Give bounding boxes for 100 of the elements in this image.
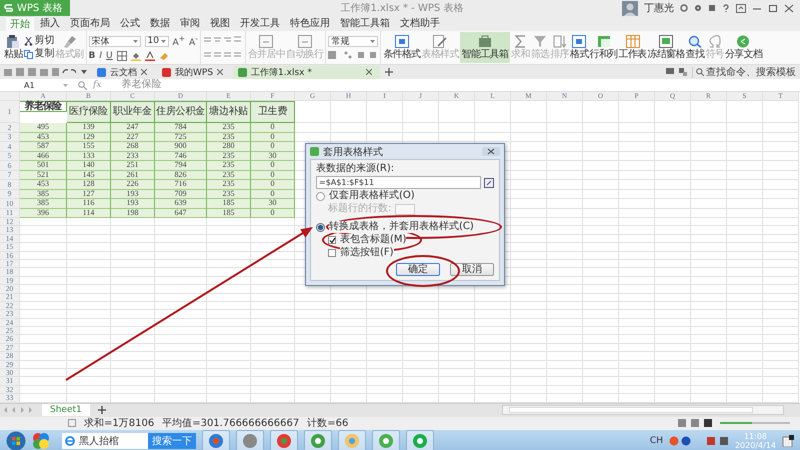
quick-access-toolbar-icon[interactable]	[4, 67, 76, 77]
font-family-select[interactable]: 宋体	[88, 36, 141, 46]
document-tab[interactable]: 工作簿1.xlsx *	[233, 66, 380, 78]
tray-icons[interactable]	[668, 436, 729, 446]
formula-field[interactable]: 养老保险	[121, 79, 162, 91]
table-header-cell[interactable]: 职业年金	[111, 101, 155, 123]
sheet-tab[interactable]: Sheet1	[42, 404, 90, 416]
menu-tab[interactable]: 插入	[36, 16, 64, 31]
refresh-icon[interactable]	[680, 4, 688, 12]
function-label[interactable]: fx	[93, 80, 102, 90]
header-rows-spinner[interactable]	[395, 204, 416, 214]
app-icon[interactable]	[32, 432, 50, 450]
ribbon-collapse-icon[interactable]	[736, 4, 746, 12]
shrink-font-button[interactable]: A$^{-}$	[188, 34, 198, 48]
table-header-cell[interactable]: 卫生费	[251, 101, 295, 123]
number-format-icon[interactable]	[328, 50, 378, 60]
ribbon-button[interactable]: 查找	[686, 32, 704, 63]
copy-button[interactable]: 复制	[24, 49, 55, 59]
number-format-select[interactable]: 常规	[328, 36, 378, 46]
ok-button[interactable]: 确定	[396, 263, 440, 276]
ribbon-button[interactable]: 工作表	[618, 32, 646, 63]
text-style-button[interactable]: U	[106, 51, 113, 61]
ribbon-button[interactable]: 行和列	[590, 32, 618, 63]
zoom-icon[interactable]	[78, 80, 87, 90]
font-size-select[interactable]: 10	[144, 36, 169, 46]
status-icon	[68, 419, 76, 428]
ribbon-button[interactable]: 冻结窗格	[647, 32, 685, 63]
font-color-icon[interactable]	[144, 51, 155, 61]
settings-icon[interactable]	[694, 4, 702, 12]
table-header-cell[interactable]: 住房公积金	[155, 101, 207, 123]
taskbar-app-button[interactable]	[202, 430, 230, 450]
caret-icon[interactable]	[81, 70, 87, 74]
browser-search-field[interactable]: 黑人抬棺	[62, 432, 148, 449]
start-button[interactable]	[6, 430, 26, 450]
radio-button[interactable]	[316, 192, 325, 200]
paste-button[interactable]: 粘贴	[4, 32, 23, 63]
close-button[interactable]	[482, 147, 500, 156]
cancel-button[interactable]: 取消	[450, 263, 494, 276]
layout-icon[interactable]	[679, 68, 687, 76]
clear-format-icon[interactable]	[158, 51, 169, 61]
skin-icon[interactable]	[708, 4, 716, 12]
maximize-icon[interactable]	[768, 4, 778, 12]
horizontal-scrollbar[interactable]	[502, 405, 784, 416]
menu-tab[interactable]: 数据	[146, 16, 174, 31]
notification-icon[interactable]	[782, 434, 794, 447]
help-icon[interactable]	[722, 4, 730, 12]
taskbar-app-button[interactable]	[270, 430, 298, 450]
menu-tab[interactable]: 文档助手	[396, 16, 444, 31]
borders-icon[interactable]	[116, 51, 127, 61]
format-painter-button[interactable]: 格式刷	[56, 32, 84, 63]
table-header-cell[interactable]: 养老保险	[20, 101, 67, 112]
source-range-field[interactable]: =$A$1:$F$11	[316, 176, 481, 189]
menu-tab[interactable]: 开始	[6, 16, 34, 31]
document-tab[interactable]: 云文档	[92, 66, 152, 78]
text-style-button[interactable]: I	[99, 51, 102, 61]
view-mode-icon[interactable]	[678, 419, 712, 428]
ribbon-button[interactable]: 格式	[570, 32, 589, 63]
menu-tab[interactable]: 页面布局	[66, 16, 114, 31]
menu-tab[interactable]: 审阅	[176, 16, 204, 31]
add-sheet-icon[interactable]	[98, 406, 106, 414]
ribbon-button[interactable]: 智能工具箱	[460, 32, 510, 63]
document-tab[interactable]: 我的WPS	[157, 66, 228, 78]
ribbon-button[interactable]: 分享文档	[724, 32, 762, 63]
display-icon[interactable]	[666, 68, 674, 76]
table-cell: 235	[207, 161, 251, 170]
app-menu-button[interactable]: WPS 表格	[0, 0, 70, 16]
new-tab-icon[interactable]	[384, 68, 393, 76]
close-icon[interactable]	[366, 69, 372, 75]
menu-tab[interactable]: 开发工具	[236, 16, 284, 31]
name-box[interactable]: A1	[0, 80, 72, 90]
input-language[interactable]: CH	[650, 436, 663, 446]
menu-tab[interactable]: 特色应用	[286, 16, 334, 31]
text-style-button[interactable]: B	[88, 51, 96, 61]
taskbar-app-button[interactable]	[406, 430, 434, 450]
search-button[interactable]: 搜索一下	[148, 432, 196, 449]
taskbar-app-button[interactable]	[338, 430, 366, 450]
cut-button[interactable]: 剪切	[24, 36, 55, 46]
scissors-icon	[24, 36, 33, 46]
menu-tab[interactable]: 公式	[116, 16, 144, 31]
table-header-cell[interactable]: 塘边补贴	[207, 101, 251, 123]
menu-tab[interactable]: 智能工具箱	[336, 16, 394, 31]
ribbon-button[interactable]: 条件格式	[383, 32, 420, 63]
close-icon[interactable]	[141, 69, 147, 75]
sheet-navigation-icon[interactable]	[4, 407, 34, 414]
close-icon[interactable]	[217, 69, 224, 75]
command-search-field[interactable]: 查找命令、搜索模板	[692, 66, 796, 78]
radio-button[interactable]	[316, 222, 325, 232]
taskbar-app-button[interactable]	[304, 430, 332, 450]
taskbar-app-button[interactable]	[372, 430, 400, 450]
checkbox[interactable]	[328, 249, 336, 257]
select-all-corner[interactable]	[0, 92, 20, 101]
grow-font-button[interactable]: A$^{+}$	[172, 34, 185, 48]
zoom-slider[interactable]	[720, 422, 790, 424]
range-picker-icon[interactable]	[484, 178, 494, 188]
table-header-cell[interactable]: 医疗保险	[67, 101, 111, 123]
close-icon[interactable]	[784, 4, 794, 12]
checkbox[interactable]	[328, 236, 336, 244]
fill-color-icon[interactable]	[130, 51, 141, 61]
taskbar-app-button[interactable]	[236, 430, 264, 450]
menu-tab[interactable]: 视图	[206, 16, 234, 31]
